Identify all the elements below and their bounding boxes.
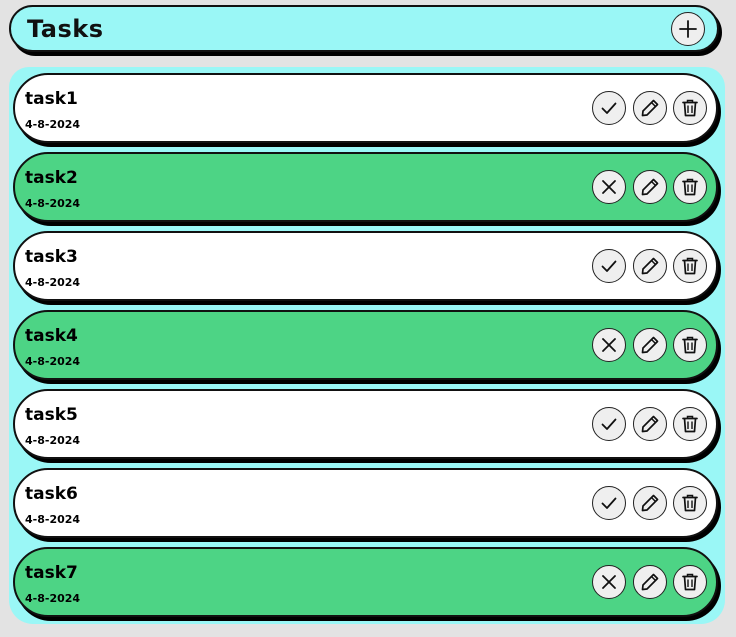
edit-task-button[interactable] xyxy=(633,249,667,283)
task-date: 4-8-2024 xyxy=(25,434,81,447)
task-date: 4-8-2024 xyxy=(25,355,81,368)
complete-task-button[interactable] xyxy=(592,249,626,283)
edit-task-button[interactable] xyxy=(633,486,667,520)
trash-icon xyxy=(682,99,698,117)
delete-task-button[interactable] xyxy=(673,565,707,599)
edit-task-button[interactable] xyxy=(633,91,667,125)
pencil-icon xyxy=(641,336,659,354)
app-header: Tasks xyxy=(9,5,719,52)
task-name: task2 xyxy=(25,168,78,188)
trash-icon xyxy=(682,573,698,591)
undo-complete-button[interactable] xyxy=(592,170,626,204)
trash-icon xyxy=(682,257,698,275)
pencil-icon xyxy=(641,494,659,512)
checkmark-icon xyxy=(601,102,617,114)
close-icon xyxy=(602,338,616,352)
task-date: 4-8-2024 xyxy=(25,513,81,526)
task-item: task1 4-8-2024 xyxy=(13,73,718,143)
add-task-button[interactable] xyxy=(671,12,705,46)
delete-task-button[interactable] xyxy=(673,91,707,125)
close-icon xyxy=(602,180,616,194)
task-name: task1 xyxy=(25,89,78,109)
checkmark-icon xyxy=(601,497,617,509)
task-date: 4-8-2024 xyxy=(25,592,81,605)
complete-task-button[interactable] xyxy=(592,407,626,441)
task-date: 4-8-2024 xyxy=(25,118,81,131)
edit-task-button[interactable] xyxy=(633,407,667,441)
undo-complete-button[interactable] xyxy=(592,328,626,362)
pencil-icon xyxy=(641,99,659,117)
delete-task-button[interactable] xyxy=(673,407,707,441)
pencil-icon xyxy=(641,178,659,196)
page-title: Tasks xyxy=(27,15,104,43)
task-item: task6 4-8-2024 xyxy=(13,468,718,538)
task-name: task7 xyxy=(25,563,78,583)
task-name: task6 xyxy=(25,484,78,504)
pencil-icon xyxy=(641,415,659,433)
pencil-icon xyxy=(641,573,659,591)
complete-task-button[interactable] xyxy=(592,91,626,125)
undo-complete-button[interactable] xyxy=(592,565,626,599)
delete-task-button[interactable] xyxy=(673,249,707,283)
edit-task-button[interactable] xyxy=(633,328,667,362)
task-item: task4 4-8-2024 xyxy=(13,310,718,380)
task-name: task3 xyxy=(25,247,78,267)
task-date: 4-8-2024 xyxy=(25,276,81,289)
task-item: task2 4-8-2024 xyxy=(13,152,718,222)
trash-icon xyxy=(682,178,698,196)
task-name: task5 xyxy=(25,405,78,425)
trash-icon xyxy=(682,336,698,354)
plus-icon xyxy=(679,20,697,38)
checkmark-icon xyxy=(601,418,617,430)
task-item: task5 4-8-2024 xyxy=(13,389,718,459)
trash-icon xyxy=(682,494,698,512)
edit-task-button[interactable] xyxy=(633,565,667,599)
task-item: task7 4-8-2024 xyxy=(13,547,718,617)
delete-task-button[interactable] xyxy=(673,486,707,520)
task-name: task4 xyxy=(25,326,78,346)
delete-task-button[interactable] xyxy=(673,170,707,204)
pencil-icon xyxy=(641,257,659,275)
task-item: task3 4-8-2024 xyxy=(13,231,718,301)
delete-task-button[interactable] xyxy=(673,328,707,362)
task-list: task1 4-8-2024 task2 4-8-2024 task3 4-8-… xyxy=(9,67,725,624)
trash-icon xyxy=(682,415,698,433)
task-date: 4-8-2024 xyxy=(25,197,81,210)
checkmark-icon xyxy=(601,260,617,272)
close-icon xyxy=(602,575,616,589)
complete-task-button[interactable] xyxy=(592,486,626,520)
edit-task-button[interactable] xyxy=(633,170,667,204)
